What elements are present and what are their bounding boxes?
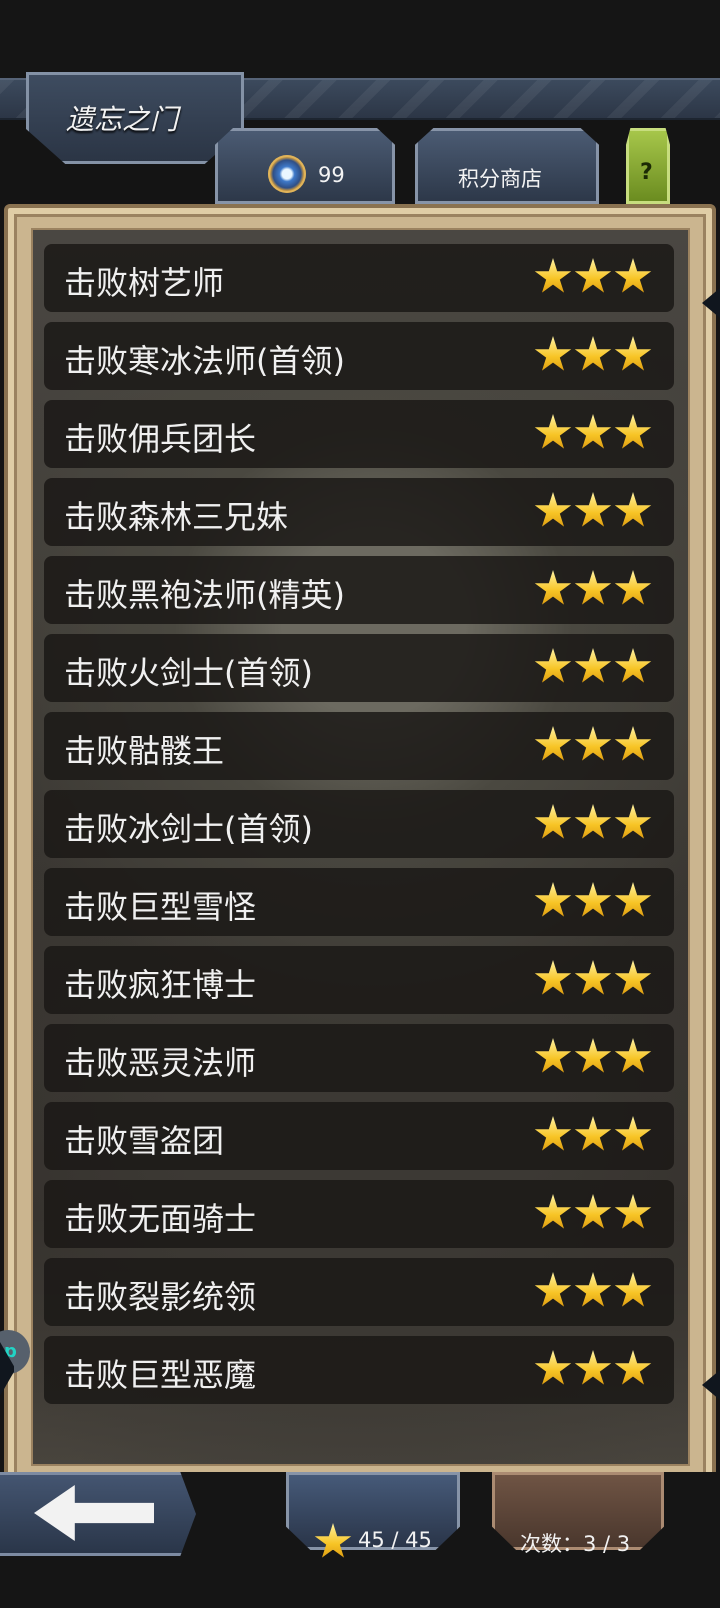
star-icon — [534, 1272, 572, 1307]
star-icon — [574, 648, 612, 683]
mission-name: 击败冰剑士(首领) — [64, 810, 313, 848]
mission-row[interactable]: 击败裂影统领 — [44, 1258, 674, 1326]
mission-stars — [534, 570, 652, 608]
mission-row[interactable]: 击败冰剑士(首领) — [44, 790, 674, 858]
star-icon — [614, 726, 652, 761]
mission-name: 击败恶灵法师 — [64, 1044, 257, 1082]
star-icon — [574, 414, 612, 449]
star-icon — [534, 336, 572, 371]
star-icon — [614, 960, 652, 995]
mission-name: 击败佣兵团长 — [64, 420, 257, 458]
star-icon — [574, 1272, 612, 1307]
help-label: ? — [640, 160, 653, 185]
mission-name: 击败雪盗团 — [64, 1122, 225, 1160]
mission-row[interactable]: 击败黑袍法师(精英) — [44, 556, 674, 624]
star-icon — [614, 1350, 652, 1385]
mission-name: 击败树艺师 — [64, 264, 225, 302]
mission-stars — [534, 492, 652, 530]
mission-name: 击败寒冰法师(首领) — [64, 342, 345, 380]
mission-stars — [534, 1272, 652, 1310]
mission-name: 击败骷髅王 — [64, 732, 225, 770]
star-icon — [534, 414, 572, 449]
star-icon — [574, 258, 612, 293]
mission-name: 击败森林三兄妹 — [64, 498, 289, 536]
star-icon — [614, 1272, 652, 1307]
star-icon — [614, 492, 652, 527]
points-tab[interactable] — [215, 128, 395, 204]
mission-stars — [534, 648, 652, 686]
star-icon — [614, 258, 652, 293]
mission-row[interactable]: 击败寒冰法师(首领) — [44, 322, 674, 390]
star-icon — [574, 1350, 612, 1385]
mission-row[interactable]: 击败骷髅王 — [44, 712, 674, 780]
star-icon — [534, 1116, 572, 1151]
points-value: 99 — [318, 163, 345, 187]
star-icon — [614, 336, 652, 371]
mission-name: 击败黑袍法师(精英) — [64, 576, 345, 614]
mission-row[interactable]: 击败树艺师 — [44, 244, 674, 312]
mission-row[interactable]: 击败森林三兄妹 — [44, 478, 674, 546]
star-icon — [534, 882, 572, 917]
star-icon — [614, 1038, 652, 1073]
mission-name: 击败疯狂博士 — [64, 966, 257, 1004]
medal-icon — [268, 155, 306, 193]
points-shop-label: 积分商店 — [458, 167, 542, 191]
stars-total: 45 / 45 — [358, 1528, 432, 1552]
star-icon — [574, 882, 612, 917]
star-icon — [574, 960, 612, 995]
star-icon — [614, 648, 652, 683]
mission-stars — [534, 882, 652, 920]
star-icon — [534, 726, 572, 761]
attempts-count: 次数：3 / 3 — [520, 1532, 631, 1556]
star-icon — [574, 1194, 612, 1229]
mission-name: 击败裂影统领 — [64, 1278, 257, 1316]
star-icon — [534, 648, 572, 683]
mission-row[interactable]: 击败疯狂博士 — [44, 946, 674, 1014]
star-icon — [534, 492, 572, 527]
mission-row[interactable]: 击败雪盗团 — [44, 1102, 674, 1170]
star-icon — [574, 726, 612, 761]
mission-row[interactable]: 击败佣兵团长 — [44, 400, 674, 468]
star-icon — [614, 570, 652, 605]
star-icon — [574, 1038, 612, 1073]
star-icon — [614, 1116, 652, 1151]
mission-stars — [534, 336, 652, 374]
mission-row[interactable]: 击败巨型恶魔 — [44, 1336, 674, 1404]
star-icon — [574, 492, 612, 527]
star-icon — [574, 336, 612, 371]
mission-stars — [534, 1350, 652, 1388]
star-icon — [574, 804, 612, 839]
mission-stars — [534, 960, 652, 998]
star-icon — [534, 570, 572, 605]
mission-name: 击败巨型雪怪 — [64, 888, 257, 926]
mission-row[interactable]: 击败恶灵法师 — [44, 1024, 674, 1092]
mission-row[interactable]: 击败巨型雪怪 — [44, 868, 674, 936]
mission-name: 击败火剑士(首领) — [64, 654, 313, 692]
star-icon — [574, 570, 612, 605]
mission-stars — [534, 414, 652, 452]
star-icon — [534, 1194, 572, 1229]
star-icon — [614, 1194, 652, 1229]
star-icon — [534, 1350, 572, 1385]
mission-stars — [534, 1038, 652, 1076]
star-icon — [614, 414, 652, 449]
mission-row[interactable]: 击败无面骑士 — [44, 1180, 674, 1248]
star-icon — [534, 1038, 572, 1073]
star-icon — [614, 804, 652, 839]
mission-stars — [534, 258, 652, 296]
mission-stars — [534, 1194, 652, 1232]
star-icon — [534, 960, 572, 995]
star-icon — [574, 1116, 612, 1151]
mission-stars — [534, 726, 652, 764]
mission-row[interactable]: 击败火剑士(首领) — [44, 634, 674, 702]
top-band — [0, 0, 720, 78]
page-title: 遗忘之门 — [66, 103, 179, 136]
star-icon — [614, 882, 652, 917]
mission-name: 击败巨型恶魔 — [64, 1356, 257, 1394]
mission-name: 击败无面骑士 — [64, 1200, 257, 1238]
mission-stars — [534, 1116, 652, 1154]
star-icon — [534, 258, 572, 293]
star-icon — [534, 804, 572, 839]
mission-stars — [534, 804, 652, 842]
